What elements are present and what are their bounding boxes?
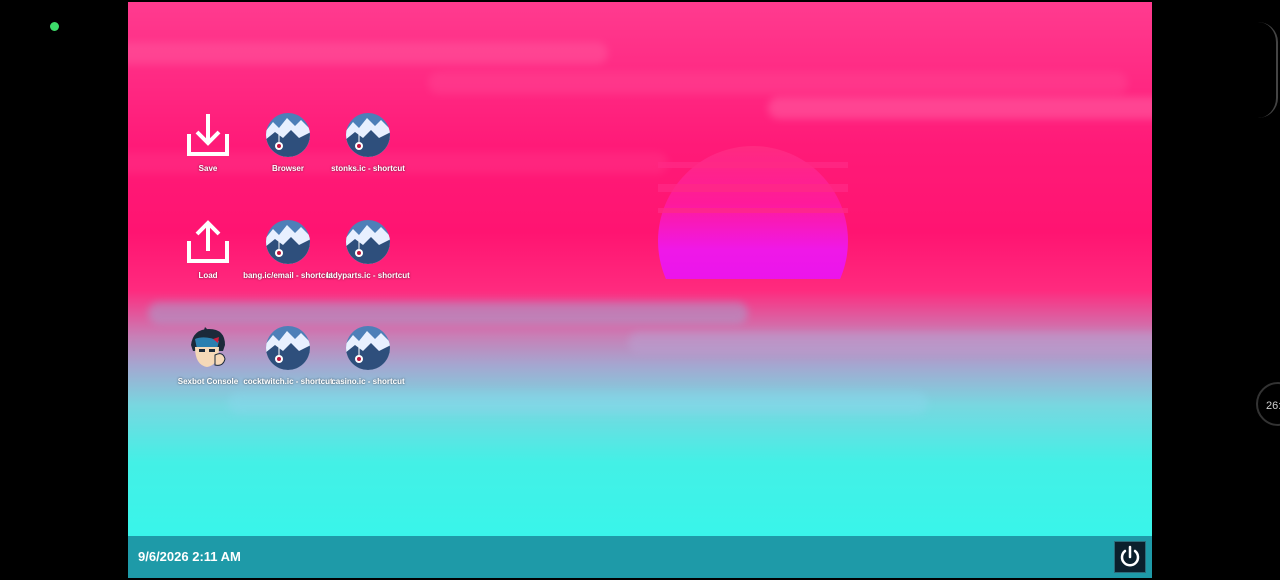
desktop-icon-bang-email-shortcut[interactable]: bang.ic/email - shortcut bbox=[243, 219, 333, 280]
desktop-icon-stonks-shortcut[interactable]: stonks.ic - shortcut bbox=[323, 112, 413, 173]
browser-icon bbox=[345, 325, 391, 371]
cloud-streak bbox=[128, 42, 608, 64]
browser-icon bbox=[265, 325, 311, 371]
icon-label: Save bbox=[198, 164, 218, 173]
taskbar-clock: 9/6/2026 2:11 AM bbox=[138, 549, 241, 564]
load-icon bbox=[185, 219, 231, 265]
side-timer: 26:28 bbox=[1256, 382, 1280, 426]
desktop-icon-casino-shortcut[interactable]: casino.ic - shortcut bbox=[323, 325, 413, 386]
edge-gesture-handle bbox=[1258, 22, 1278, 118]
icon-label: stonks.ic - shortcut bbox=[331, 164, 405, 173]
icon-label: cocktwitch.ic - shortcut bbox=[243, 377, 333, 386]
save-icon bbox=[185, 112, 231, 158]
device-frame: 26:28 Save bbox=[0, 0, 1280, 580]
browser-icon bbox=[265, 112, 311, 158]
desktop-icon-ladyparts-shortcut[interactable]: ladyparts.ic - shortcut bbox=[323, 219, 413, 280]
browser-icon bbox=[345, 219, 391, 265]
icon-label: bang.ic/email - shortcut bbox=[243, 271, 333, 280]
status-indicator bbox=[50, 22, 59, 31]
power-button[interactable] bbox=[1114, 541, 1146, 573]
icon-label: casino.ic - shortcut bbox=[331, 377, 405, 386]
icon-label: Load bbox=[198, 271, 218, 280]
desktop-icon-browser[interactable]: Browser bbox=[243, 112, 333, 173]
cloud-streak bbox=[768, 97, 1152, 119]
browser-icon bbox=[345, 112, 391, 158]
sun-band bbox=[658, 208, 848, 213]
sun-band bbox=[658, 184, 848, 192]
icon-label: Sexbot Console bbox=[177, 377, 239, 386]
icon-label: Browser bbox=[271, 164, 304, 173]
sun-band bbox=[658, 162, 848, 168]
cloud-streak bbox=[628, 332, 1152, 354]
browser-icon bbox=[265, 219, 311, 265]
cloud-streak bbox=[148, 302, 748, 324]
desktop-icon-cocktwitch-shortcut[interactable]: cocktwitch.ic - shortcut bbox=[243, 325, 333, 386]
desktop-icon-save[interactable]: Save bbox=[163, 112, 253, 173]
taskbar: 9/6/2026 2:11 AM bbox=[128, 536, 1152, 578]
cloud-streak bbox=[228, 392, 928, 414]
icon-label: ladyparts.ic - shortcut bbox=[326, 271, 410, 280]
desktop-icon-sexbot-console[interactable]: Sexbot Console bbox=[163, 325, 253, 386]
avatar-icon bbox=[185, 325, 231, 371]
cloud-streak bbox=[428, 72, 1128, 94]
desktop-screen: Save Browser stonks.ic - shortcut Load b… bbox=[128, 2, 1152, 578]
desktop-icon-load[interactable]: Load bbox=[163, 219, 253, 280]
power-icon bbox=[1120, 545, 1140, 567]
